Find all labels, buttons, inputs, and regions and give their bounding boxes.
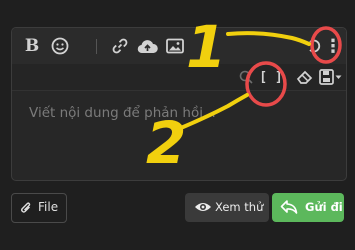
annotation-label-1: 1 [186, 13, 227, 81]
image-icon[interactable] [165, 36, 185, 56]
cloud-upload-icon[interactable] [136, 36, 158, 56]
more-options-icon[interactable]: ⋮ [324, 35, 342, 57]
reply-arrow-icon [280, 199, 298, 215]
smile-icon[interactable] [50, 36, 70, 56]
undo-icon[interactable] [305, 36, 323, 56]
editor-toolbar-secondary: [ ] [12, 64, 346, 91]
bold-icon[interactable]: B [22, 36, 42, 56]
eye-icon [194, 200, 212, 214]
preview-button[interactable]: Xem thử [185, 193, 269, 222]
annotation-label-2: 2 [146, 109, 187, 177]
send-label: Gửi đi [305, 200, 343, 214]
link-icon[interactable] [110, 36, 130, 56]
send-reply-button[interactable]: Gửi đi [272, 193, 344, 222]
search-icon[interactable] [237, 68, 255, 86]
attach-file-button[interactable]: File [11, 193, 67, 223]
drafts-icon[interactable] [318, 68, 344, 86]
bbcode-toggle-icon[interactable]: [ ] [259, 67, 283, 87]
paperclip-icon [19, 200, 33, 216]
attach-file-label: File [38, 200, 59, 214]
toolbar-separator [96, 39, 97, 54]
preview-label: Xem thử [215, 200, 264, 214]
editor-toolbar: B ⋮ [12, 28, 346, 64]
eraser-icon[interactable] [295, 68, 315, 86]
message-placeholder: Viết nội dung để phản hồi... [29, 105, 216, 121]
